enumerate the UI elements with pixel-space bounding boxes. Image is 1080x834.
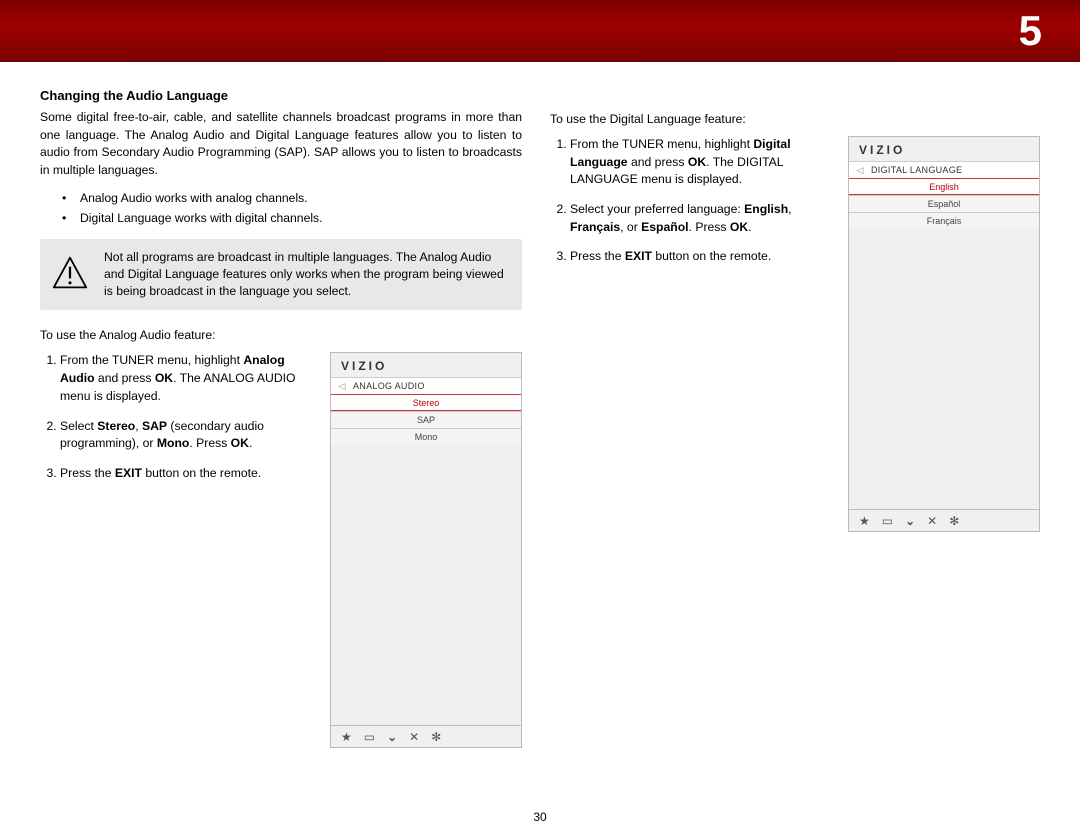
- step-item: From the TUNER menu, highlight Digital L…: [570, 136, 828, 189]
- warning-text: Not all programs are broadcast in multip…: [104, 249, 510, 300]
- v-icon: ⌄: [387, 731, 397, 743]
- digital-lead: To use the Digital Language feature:: [550, 112, 1040, 126]
- osd-title: DIGITAL LANGUAGE: [871, 165, 962, 175]
- cc-icon: ▭: [364, 731, 375, 743]
- analog-lead: To use the Analog Audio feature:: [40, 328, 522, 342]
- cc-icon: ▭: [882, 515, 893, 527]
- step-item: Press the EXIT button on the remote.: [570, 248, 828, 266]
- osd-title: ANALOG AUDIO: [353, 381, 425, 391]
- star-icon: ★: [341, 731, 352, 743]
- analog-block: From the TUNER menu, highlight Analog Au…: [40, 352, 522, 748]
- page-number: 30: [533, 810, 546, 824]
- warning-icon: [52, 255, 88, 291]
- osd-footer: ★ ▭ ⌄ ✕ ✻: [849, 509, 1039, 531]
- back-icon: ◁: [331, 381, 353, 392]
- chapter-number: 5: [1019, 7, 1042, 55]
- digital-steps: From the TUNER menu, highlight Digital L…: [550, 136, 828, 278]
- digital-osd-panel: VIZIO ◁ DIGITAL LANGUAGE English Español…: [848, 136, 1040, 532]
- step-item: Select your preferred language: English,…: [570, 201, 828, 236]
- section-heading: Changing the Audio Language: [40, 88, 522, 103]
- osd-item: Stereo: [331, 394, 521, 411]
- osd-footer: ★ ▭ ⌄ ✕ ✻: [331, 725, 521, 747]
- close-icon: ✕: [409, 731, 419, 743]
- v-icon: ⌄: [905, 515, 915, 527]
- osd-title-row: ◁ ANALOG AUDIO: [331, 377, 521, 394]
- osd-item: Español: [849, 195, 1039, 212]
- analog-osd-panel: VIZIO ◁ ANALOG AUDIO Stereo SAP Mono ★ ▭…: [330, 352, 522, 748]
- osd-item: English: [849, 178, 1039, 195]
- left-column: Changing the Audio Language Some digital…: [40, 88, 522, 748]
- analog-steps: From the TUNER menu, highlight Analog Au…: [40, 352, 310, 494]
- gear-icon: ✻: [431, 731, 441, 743]
- osd-item: SAP: [331, 411, 521, 428]
- osd-title-row: ◁ DIGITAL LANGUAGE: [849, 161, 1039, 178]
- gear-icon: ✻: [949, 515, 959, 527]
- page-content: Changing the Audio Language Some digital…: [0, 62, 1080, 748]
- bullet-item: Analog Audio works with analog channels.: [80, 188, 522, 209]
- osd-item: Français: [849, 212, 1039, 229]
- intro-paragraph: Some digital free-to-air, cable, and sat…: [40, 109, 522, 180]
- step-item: Press the EXIT button on the remote.: [60, 465, 310, 483]
- back-icon: ◁: [849, 165, 871, 176]
- bullet-list: Analog Audio works with analog channels.…: [40, 188, 522, 229]
- osd-brand: VIZIO: [849, 137, 1039, 161]
- chapter-header: 5: [0, 0, 1080, 62]
- digital-block: From the TUNER menu, highlight Digital L…: [550, 136, 1040, 532]
- bullet-item: Digital Language works with digital chan…: [80, 208, 522, 229]
- star-icon: ★: [859, 515, 870, 527]
- close-icon: ✕: [927, 515, 937, 527]
- osd-brand: VIZIO: [331, 353, 521, 377]
- step-item: From the TUNER menu, highlight Analog Au…: [60, 352, 310, 405]
- right-column: To use the Digital Language feature: Fro…: [550, 88, 1040, 748]
- osd-item: Mono: [331, 428, 521, 445]
- step-item: Select Stereo, SAP (secondary audio prog…: [60, 418, 310, 453]
- warning-note: Not all programs are broadcast in multip…: [40, 239, 522, 310]
